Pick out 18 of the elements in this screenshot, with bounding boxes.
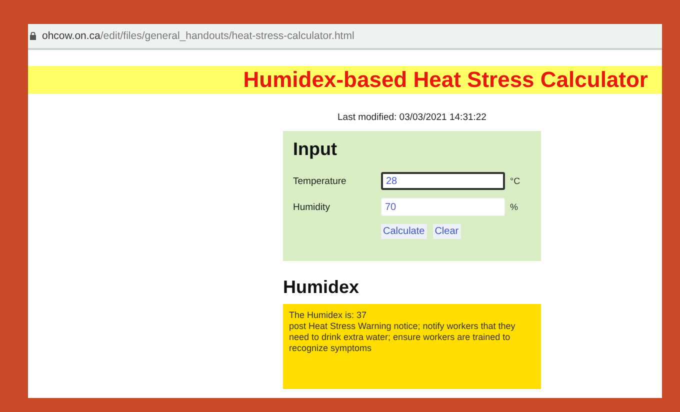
address-bar[interactable]: ohcow.on.ca/edit/files/general_handouts/heat-stress-calculator.html: [28, 24, 662, 50]
last-modified: Last modified: 03/03/2021 14:31:22: [336, 112, 488, 123]
input-field[interactable]: 70: [381, 198, 505, 216]
input-field[interactable]: 28: [381, 172, 505, 190]
lock-icon: [30, 32, 36, 40]
unit-label: °C: [510, 176, 520, 186]
section-heading: Humidex: [283, 277, 360, 298]
field-label: Humidity: [293, 202, 331, 212]
form-button[interactable]: Calculate: [381, 224, 427, 239]
unit-label: %: [510, 202, 518, 212]
form-button[interactable]: Clear: [432, 224, 461, 239]
page-title: Humidex-based Heat Stress Calculator: [243, 67, 648, 93]
result-text: The Humidex is: 37: [289, 310, 368, 321]
field-label: Temperature: [293, 176, 348, 186]
url-host: ohcow.on.ca: [42, 30, 100, 42]
result-text: post Heat Stress Warning notice; notify workers that they need to drink extra water; ensure workers are trained to recognize symptoms: [289, 321, 516, 354]
panel-heading: Input: [293, 139, 338, 160]
url-path: /edit/files/general_handouts/heat-stress-calculator.html: [100, 30, 354, 42]
